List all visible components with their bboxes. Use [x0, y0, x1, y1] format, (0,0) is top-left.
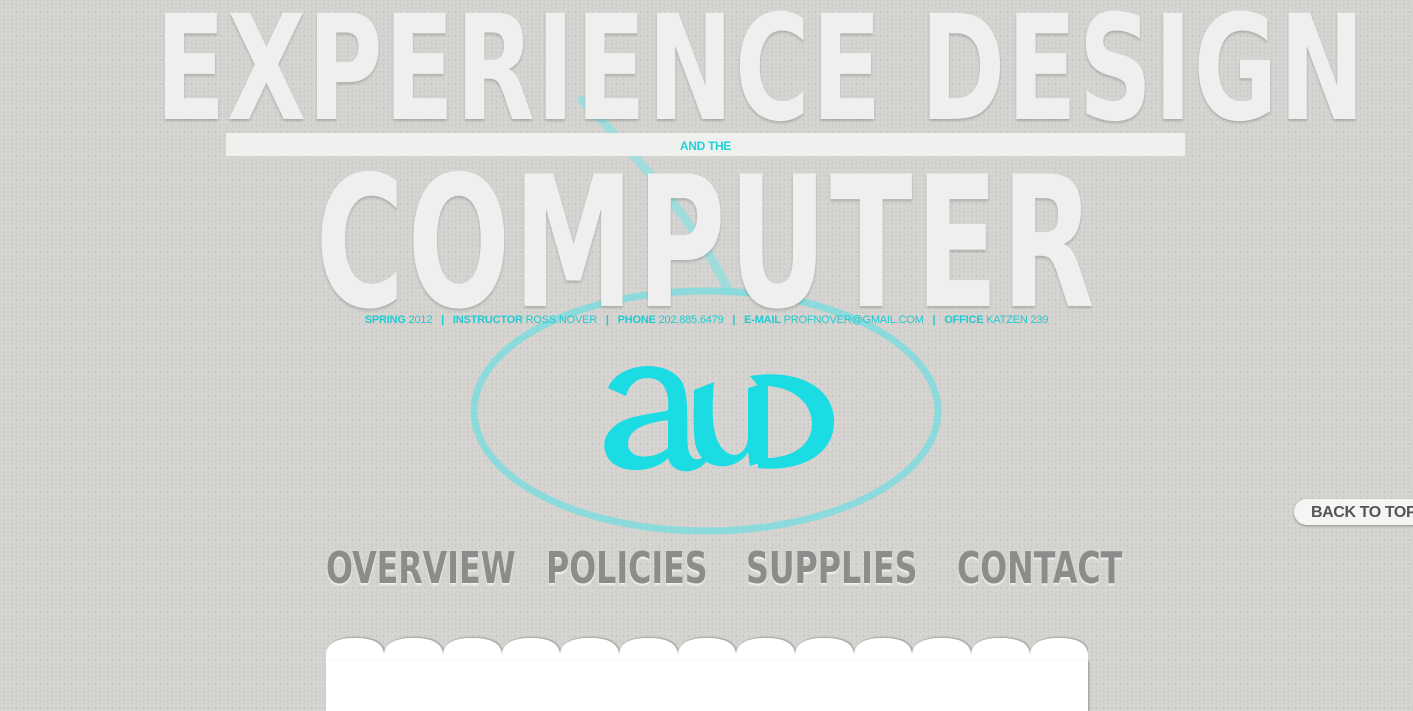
info-separator: | [441, 314, 444, 326]
content-panel [326, 660, 1088, 711]
nav-contact[interactable]: CONTACT [957, 542, 1122, 596]
term-label: SPRING [364, 314, 406, 326]
office-value: KATZEN 239 [986, 314, 1049, 326]
course-info-line: SPRING 2012 | INSTRUCTOR ROSS NOVER | PH… [0, 314, 1413, 326]
nav-supplies[interactable]: SUPPLIES [746, 542, 917, 596]
phone-label: PHONE [617, 314, 656, 326]
back-to-top-button[interactable]: BACK TO TOP [1294, 499, 1413, 525]
email-label: E-MAIL [744, 314, 781, 326]
main-nav: OVERVIEW POLICIES SUPPLIES CONTACT [0, 542, 1413, 602]
info-separator: | [605, 314, 609, 326]
site-title-top: EXPERIENCE DESIGN [155, 0, 1367, 154]
office-label: OFFICE [944, 314, 984, 326]
instructor-value: ROSS NOVER [525, 314, 598, 326]
instructor-label: INSTRUCTOR [452, 314, 523, 326]
nav-overview[interactable]: OVERVIEW [326, 542, 516, 596]
nav-policies[interactable]: POLICIES [546, 542, 708, 596]
info-separator: | [932, 314, 936, 326]
email-link[interactable]: PROFNOVER@GMAIL.COM [784, 314, 924, 326]
info-separator: | [732, 314, 736, 326]
au-logo-icon [604, 366, 835, 472]
site-title-bottom: COMPUTER [315, 137, 1098, 349]
term-value: 2012 [408, 314, 433, 326]
phone-value: 202.885.6479 [658, 314, 724, 326]
